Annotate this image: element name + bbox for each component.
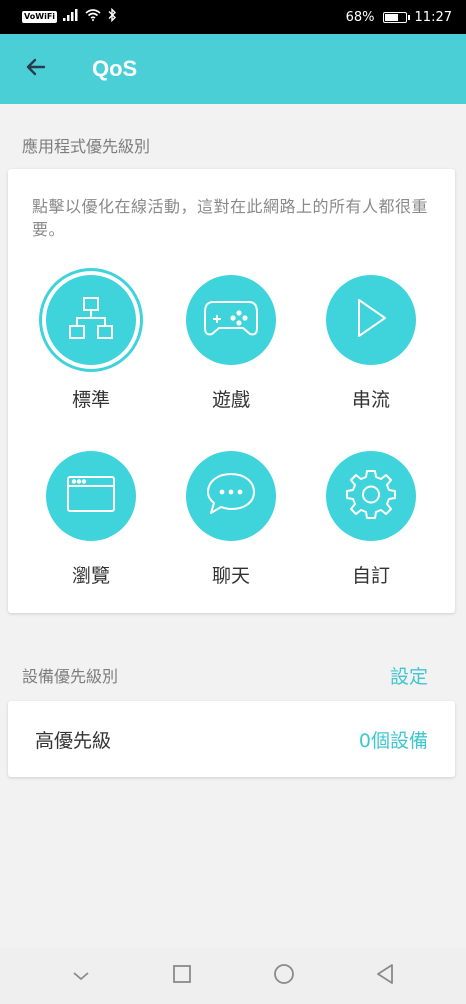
device-priority-section-title: 設備優先級別 <box>22 667 119 686</box>
app-priority-section-title: 應用程式優先級別 <box>22 137 151 156</box>
home-button[interactable] <box>264 956 304 996</box>
clock: 11:27 <box>414 9 452 25</box>
chat-circle <box>186 451 276 541</box>
device-priority-card[interactable]: 高優先級 0個設備 <box>8 701 455 777</box>
square-recents-icon <box>172 964 192 988</box>
app-bar: QoS <box>0 34 466 104</box>
system-nav-bar <box>0 948 466 1004</box>
gear-icon <box>345 468 397 524</box>
app-priority-card: 點擊以優化在線活動，這對在此網路上的所有人都很重要。 標準 遊戲 串流 瀏覽 聊… <box>8 169 455 613</box>
triangle-back-icon <box>375 963 395 989</box>
signal-icon <box>63 9 79 25</box>
set-device-priority-link[interactable]: 設定 <box>390 662 428 689</box>
back-nav-button[interactable] <box>365 956 405 996</box>
app-option-label: 聊天 <box>211 565 250 587</box>
arrow-left-icon <box>24 55 48 83</box>
chat-bubble-icon <box>205 471 257 521</box>
app-option-custom[interactable]: 自訂 <box>301 451 441 588</box>
app-option-label: 瀏覽 <box>71 565 110 587</box>
hide-nav-button[interactable] <box>61 956 101 996</box>
back-button[interactable] <box>8 41 64 97</box>
high-priority-title: 高優先級 <box>35 729 112 752</box>
gamepad-icon <box>203 298 259 342</box>
standard-circle <box>46 275 136 365</box>
chevron-down-icon <box>71 967 91 986</box>
app-option-label: 標準 <box>71 389 110 411</box>
gaming-circle <box>186 275 276 365</box>
battery-icon <box>382 11 410 23</box>
high-priority-row[interactable]: 高優先級 0個設備 <box>8 701 455 777</box>
app-option-gaming[interactable]: 遊戲 <box>161 275 301 412</box>
status-bar: VoWiFi 68% 11:27 <box>0 0 466 34</box>
app-option-browsing[interactable]: 瀏覽 <box>21 451 161 588</box>
app-option-label: 串流 <box>351 389 390 411</box>
circle-home-icon <box>273 963 295 989</box>
app-option-standard[interactable]: 標準 <box>21 275 161 412</box>
bluetooth-icon <box>107 7 117 26</box>
wifi-icon <box>85 9 101 25</box>
high-priority-device-count: 0個設備 <box>358 729 428 752</box>
app-option-chat[interactable]: 聊天 <box>161 451 301 588</box>
vowifi-badge: VoWiFi <box>22 11 58 23</box>
app-priority-description: 點擊以優化在線活動，這對在此網路上的所有人都很重要。 <box>32 197 429 239</box>
battery-percent: 68% <box>345 9 375 25</box>
recents-button[interactable] <box>162 956 202 996</box>
browsing-circle <box>46 451 136 541</box>
play-icon <box>351 296 391 344</box>
streaming-circle <box>326 275 416 365</box>
app-option-label: 遊戲 <box>211 389 250 411</box>
app-option-label: 自訂 <box>351 565 390 587</box>
app-option-streaming[interactable]: 串流 <box>301 275 441 412</box>
browser-window-icon <box>65 474 117 518</box>
page-title: QoS <box>92 56 138 81</box>
network-tree-icon <box>67 294 115 346</box>
custom-circle <box>326 451 416 541</box>
